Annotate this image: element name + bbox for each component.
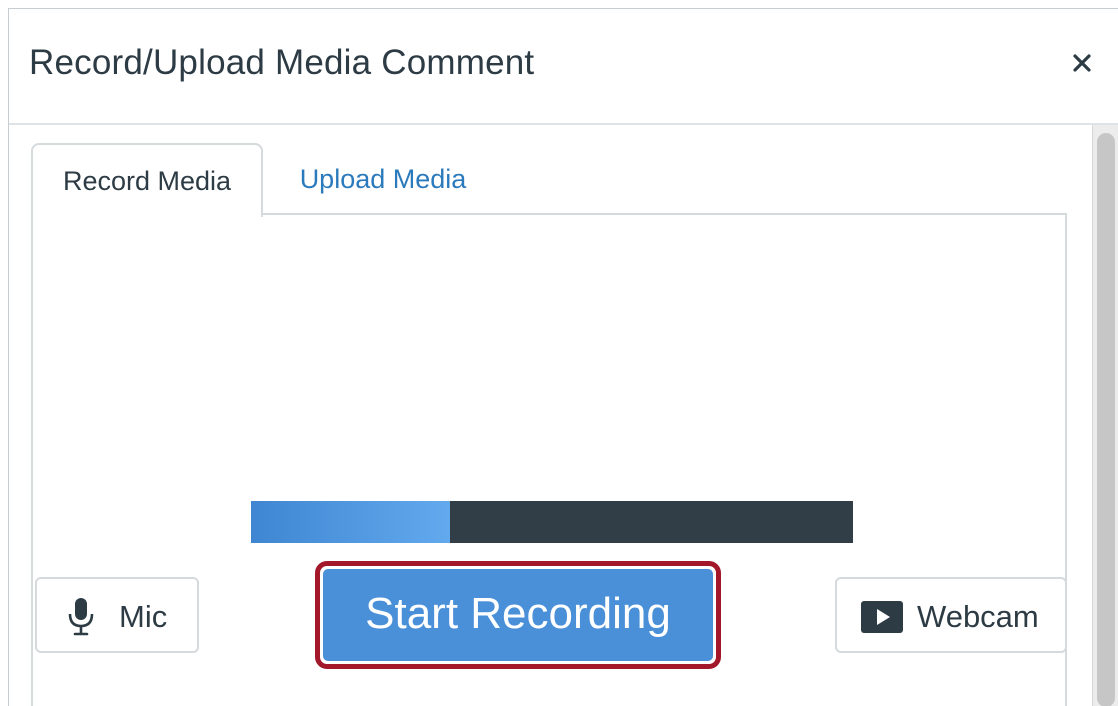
close-button[interactable] [1068, 49, 1096, 77]
start-recording-highlight: Start Recording [315, 561, 721, 669]
audio-level-meter [251, 501, 853, 543]
dialog-body: Record Media Upload Media Mic Start Reco… [9, 125, 1118, 706]
webcam-button-label: Webcam [917, 599, 1039, 634]
tab-upload-media[interactable]: Upload Media [263, 143, 503, 215]
record-media-panel: Mic Start Recording Webcam [31, 213, 1067, 706]
webcam-button[interactable]: Webcam [835, 577, 1067, 653]
scrollbar-thumb[interactable] [1097, 133, 1115, 706]
video-camera-icon [861, 601, 903, 633]
dialog-title: Record/Upload Media Comment [29, 43, 535, 82]
media-comment-dialog: Record/Upload Media Comment Record Media… [8, 8, 1118, 706]
scrollbar[interactable] [1092, 125, 1118, 706]
tab-record-media[interactable]: Record Media [31, 143, 263, 217]
start-recording-button[interactable]: Start Recording [323, 569, 713, 661]
mic-button-label: Mic [119, 599, 168, 634]
audio-level-fill [251, 501, 450, 543]
mic-button[interactable]: Mic [35, 577, 199, 653]
close-icon [1073, 54, 1091, 72]
microphone-icon [68, 598, 94, 636]
dialog-header: Record/Upload Media Comment [9, 9, 1118, 125]
